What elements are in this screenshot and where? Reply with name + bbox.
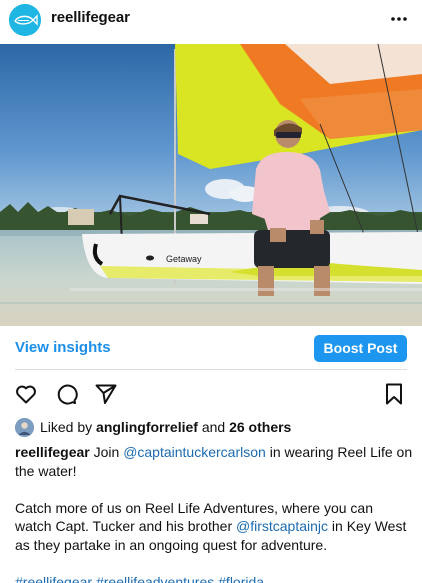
hashtag-link-3[interactable]: #florida bbox=[218, 574, 264, 583]
caption-username[interactable]: reellifegear bbox=[15, 444, 90, 460]
comment-icon[interactable] bbox=[54, 382, 78, 406]
post-caption: reellifegear Join @captaintuckercarlson … bbox=[15, 443, 413, 583]
liker-avatar bbox=[15, 417, 34, 437]
mention-link-1[interactable]: @captaintuckercarlson bbox=[123, 444, 266, 460]
view-insights-link[interactable]: View insights bbox=[15, 339, 111, 356]
bookmark-icon[interactable] bbox=[382, 382, 406, 406]
caption-paragraph-2: Catch more of us on Reel Life Adventures… bbox=[15, 499, 413, 555]
post-photo[interactable]: Getaway bbox=[0, 44, 422, 326]
hashtag-link-2[interactable]: #reellifeadventures bbox=[96, 574, 214, 583]
likes-others[interactable]: 26 others bbox=[229, 419, 291, 435]
post-header: reellifegear bbox=[0, 0, 422, 44]
boat-name-text: Getaway bbox=[166, 254, 202, 264]
insights-divider bbox=[15, 369, 407, 370]
liker-username[interactable]: anglingforrelief bbox=[96, 419, 198, 435]
boost-post-button[interactable]: Boost Post bbox=[314, 335, 407, 362]
profile-avatar[interactable] bbox=[9, 4, 41, 36]
likes-prefix: Liked by bbox=[40, 419, 93, 435]
more-horizontal-icon[interactable] bbox=[390, 11, 408, 27]
caption-paragraph-1: reellifegear Join @captaintuckercarlson … bbox=[15, 443, 413, 480]
mention-link-2[interactable]: @firstcaptainjc bbox=[236, 518, 328, 534]
send-icon[interactable] bbox=[94, 382, 118, 406]
caption-hashtags: #reellifegear #reellifeadventures #flori… bbox=[15, 573, 413, 583]
post-username[interactable]: reellifegear bbox=[51, 9, 130, 26]
insights-bar: View insights Boost Post bbox=[0, 326, 422, 370]
likes-connector: and bbox=[201, 419, 226, 435]
likes-text: Liked by anglingforrelief and 26 others bbox=[40, 419, 291, 435]
fish-logo-icon bbox=[9, 4, 41, 36]
caption-text-1a: Join bbox=[93, 444, 120, 460]
likes-row[interactable]: Liked by anglingforrelief and 26 others bbox=[15, 417, 291, 437]
hashtag-link-1[interactable]: #reellifegear bbox=[15, 574, 92, 583]
heart-icon[interactable] bbox=[14, 382, 38, 406]
